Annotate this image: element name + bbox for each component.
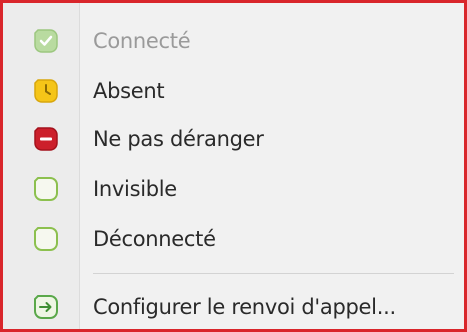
menu-separator [93, 273, 454, 274]
call-forward-icon [29, 290, 63, 324]
menu-item-call-forwarding[interactable]: Configurer le renvoi d'appel... [3, 283, 464, 331]
status-dnd-icon [29, 122, 63, 156]
menu-item-offline[interactable]: Déconnecté [3, 215, 464, 263]
menu-item-online[interactable]: Connecté [3, 17, 464, 65]
menu-item-label: Déconnecté [93, 227, 216, 251]
menu-item-do-not-disturb[interactable]: Ne pas déranger [3, 115, 464, 163]
menu-item-label: Absent [93, 79, 165, 103]
menu-item-label: Connecté [93, 29, 191, 53]
status-offline-icon [29, 222, 63, 256]
menu-item-label: Ne pas déranger [93, 127, 264, 151]
status-away-icon [29, 74, 63, 108]
status-context-menu: Connecté Absent Ne pas déranger Invisibl… [0, 0, 467, 332]
status-online-icon [29, 24, 63, 58]
menu-item-invisible[interactable]: Invisible [3, 165, 464, 213]
status-invisible-icon [29, 172, 63, 206]
menu-item-label: Invisible [93, 177, 177, 201]
menu-item-away[interactable]: Absent [3, 67, 464, 115]
menu-item-label: Configurer le renvoi d'appel... [93, 295, 396, 319]
